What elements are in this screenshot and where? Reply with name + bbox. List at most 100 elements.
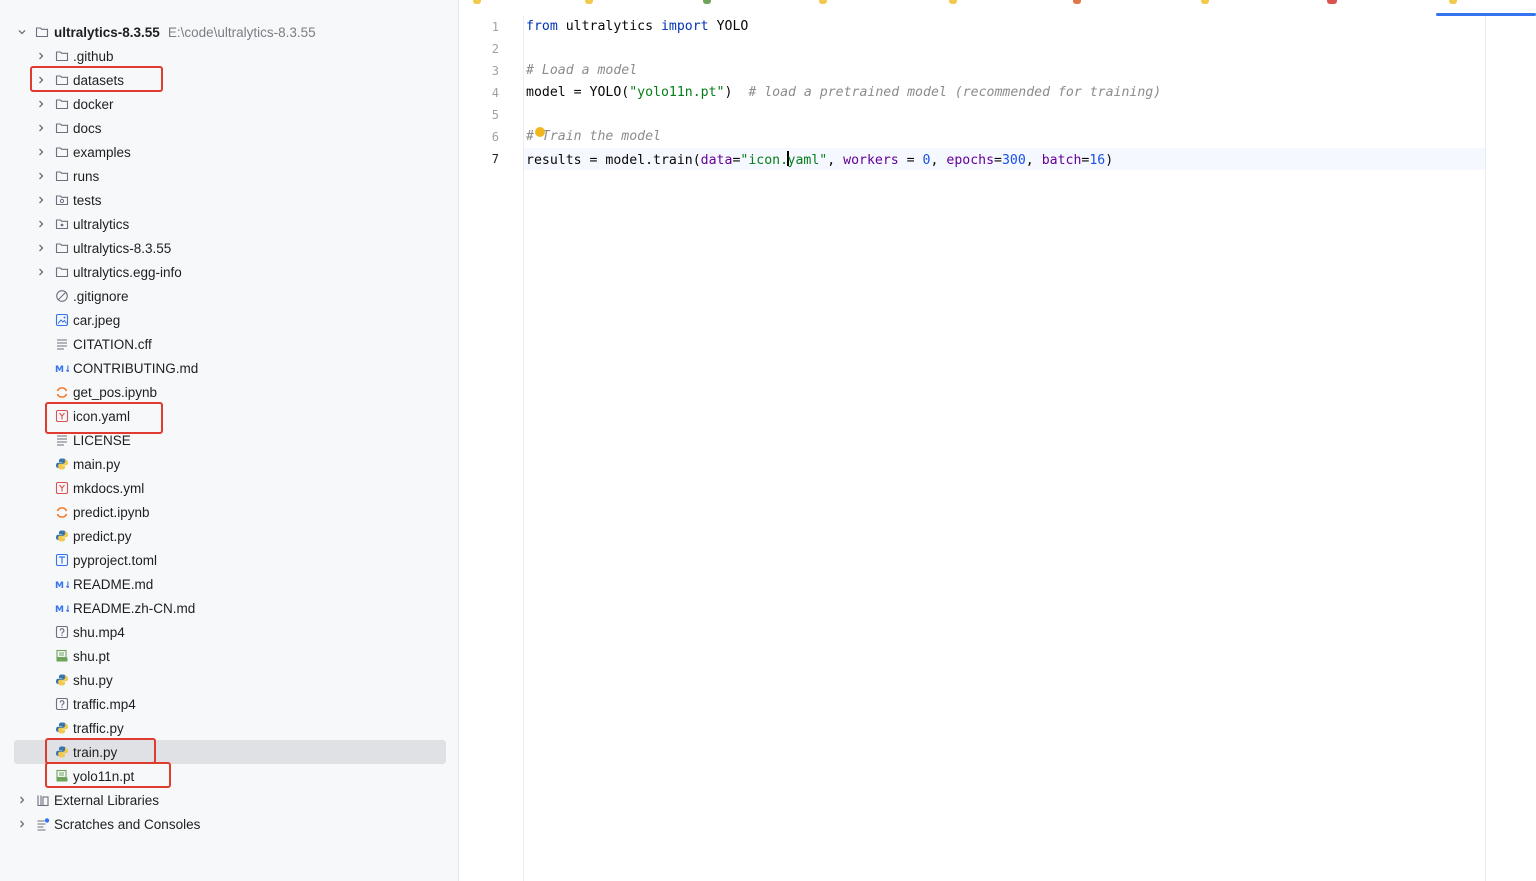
code-token: results = model.train( [526,153,701,168]
code-token: "yolo11n.pt" [629,85,725,100]
code-token: , [1025,153,1042,168]
tab-fragment[interactable] [1201,0,1209,4]
tree-item[interactable]: predict.py [0,524,458,548]
tab-fragment[interactable] [1073,0,1081,4]
tree-item[interactable]: docs [0,116,458,140]
tree-item[interactable]: shu.pt [0,644,458,668]
line-number: 4 [491,86,499,100]
markdown-file-icon: M↓ [55,601,69,615]
chevron-right-icon[interactable] [35,98,47,110]
pt-file-icon [55,649,69,663]
chevron-right-icon[interactable] [35,266,47,278]
code-line[interactable]: # Train the model [526,129,661,144]
tree-item[interactable]: CITATION.cff [0,332,458,356]
code-token: batch [1041,153,1082,168]
tree-item[interactable]: shu.mp4 [0,620,458,644]
tree-item[interactable]: M↓ README.zh-CN.md [0,596,458,620]
chevron-down-icon[interactable] [16,26,28,38]
folder-icon [55,241,69,255]
code-token: # Train the model [526,129,661,144]
tree-item[interactable]: main.py [0,452,458,476]
jupyter-file-icon [55,385,69,399]
tree-item[interactable]: M↓ README.md [0,572,458,596]
python-file-icon [55,745,69,759]
tree-root-ultralytics[interactable]: ultralytics-8.3.55 E:\code\ultralytics-8.… [0,20,458,44]
tree-item[interactable]: icon.yaml [0,404,458,428]
code-line[interactable]: from ultralytics import YOLO [526,19,748,34]
tree-item[interactable]: ultralytics.egg-info [0,260,458,284]
code-line[interactable]: model = YOLO("yolo11n.pt") # load a pret… [526,85,1161,100]
tree-item[interactable]: tests [0,188,458,212]
chevron-right-icon[interactable] [35,170,47,182]
code-token: model = YOLO( [526,85,630,100]
tree-item[interactable]: docker [0,92,458,116]
tab-fragment[interactable] [1327,0,1337,4]
markdown-file-icon: M↓ [55,361,69,375]
chevron-right-icon[interactable] [16,794,28,806]
chevron-right-icon[interactable] [16,818,28,830]
tree-item-label: shu.py [73,672,113,688]
tree-item[interactable]: get_pos.ipynb [0,380,458,404]
text-file-icon [55,433,69,447]
line-number: 1 [491,20,499,34]
tree-item[interactable]: ultralytics-8.3.55 [0,236,458,260]
tab-fragment[interactable] [1449,0,1457,4]
chevron-right-icon[interactable] [35,122,47,134]
tree-item-label: ultralytics [73,216,130,232]
tree-item[interactable]: traffic.py [0,716,458,740]
intention-bulb-icon[interactable] [535,127,545,137]
tree-item[interactable]: examples [0,140,458,164]
pt-file-icon [55,769,69,783]
tree-item[interactable]: Scratches and Consoles [0,812,458,836]
tab-fragment[interactable] [703,0,711,4]
tree-item[interactable]: runs [0,164,458,188]
tree-item-label: .gitignore [73,288,129,304]
tree-item[interactable]: shu.py [0,668,458,692]
tab-fragment[interactable] [585,0,593,4]
tree-item[interactable]: yolo11n.pt [0,764,458,788]
svg-text:M↓: M↓ [55,605,69,615]
tree-item[interactable]: mkdocs.yml [0,476,458,500]
tree-item-label: examples [73,144,131,160]
tree-item-label: main.py [73,456,121,472]
code-token: 300 [1001,153,1026,168]
tree-item-label: docker [73,96,114,112]
tree-item[interactable]: External Libraries [0,788,458,812]
tree-item-label: icon.yaml [73,408,131,424]
line-number-gutter[interactable]: 1 2 3 4 5 6 7 [459,16,524,881]
line-number: 2 [491,42,499,56]
tree-item[interactable]: .gitignore [0,284,458,308]
tree-item[interactable]: M↓ CONTRIBUTING.md [0,356,458,380]
chevron-right-icon[interactable] [35,50,47,62]
markdown-file-icon: M↓ [55,577,69,591]
code-line[interactable]: results = model.train(data="icon.yaml", … [526,151,1113,168]
code-line[interactable]: # Load a model [526,63,637,78]
scratches-icon [36,817,50,831]
tab-fragment[interactable] [949,0,957,4]
chevron-right-icon[interactable] [35,242,47,254]
tree-item[interactable]: .github [0,44,458,68]
code-token: ultralytics [557,19,661,34]
chevron-right-icon[interactable] [35,194,47,206]
code-editor[interactable]: from ultralytics import YOLO # Load a mod… [524,16,1486,881]
tree-item[interactable]: ultralytics [0,212,458,236]
tree-item[interactable]: pyproject.toml [0,548,458,572]
svg-text:M↓: M↓ [55,365,69,375]
tree-item[interactable]: datasets [0,68,458,92]
editor-tab-strip[interactable] [459,0,1536,16]
tree-item-label: datasets [73,72,125,88]
chevron-right-icon[interactable] [35,74,47,86]
tree-item[interactable]: LICENSE [0,428,458,452]
code-token: ) [724,85,749,100]
tree-item[interactable]: traffic.mp4 [0,692,458,716]
chevron-right-icon[interactable] [35,218,47,230]
tree-item-label: README.md [73,576,154,592]
chevron-right-icon[interactable] [35,146,47,158]
tree-item[interactable]: car.jpeg [0,308,458,332]
tree-item-label: tests [73,192,102,208]
tab-fragment[interactable] [819,0,827,4]
tree-item[interactable]: predict.ipynb [0,500,458,524]
tab-fragment[interactable] [473,0,481,4]
tree-item-label: Scratches and Consoles [54,816,201,832]
tree-item[interactable]: train.py [14,740,446,764]
